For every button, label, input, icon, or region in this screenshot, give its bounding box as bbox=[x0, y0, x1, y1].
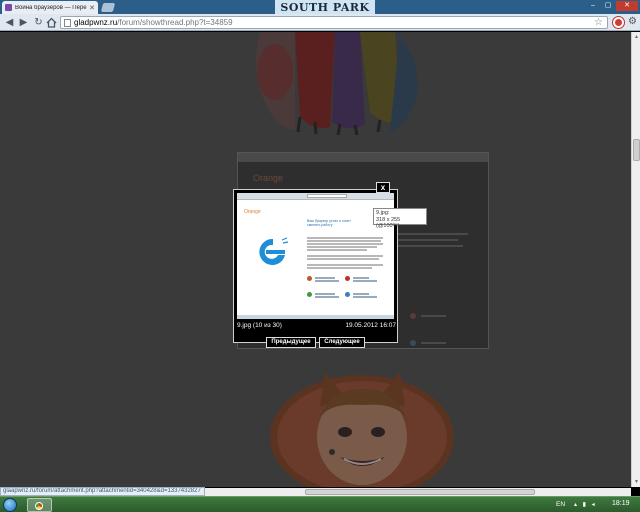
new-tab-button[interactable] bbox=[100, 3, 116, 12]
tray-icons[interactable]: ▴ ▮ ◂ bbox=[574, 501, 597, 508]
wrench-icon[interactable]: ⚙ bbox=[628, 16, 637, 27]
image-text-line bbox=[307, 267, 372, 269]
image-link-line bbox=[353, 277, 369, 279]
page-icon bbox=[64, 18, 71, 27]
cartoon-artwork-top bbox=[240, 32, 445, 137]
scroll-thumb[interactable] bbox=[633, 139, 640, 161]
image-link-line bbox=[315, 296, 339, 298]
cartoon-artwork-bottom bbox=[270, 372, 454, 487]
start-button[interactable] bbox=[3, 498, 17, 512]
image-text-line bbox=[307, 240, 381, 242]
image-counter: 9.jpg (10 из 30) bbox=[237, 322, 282, 329]
safari-dot-icon bbox=[345, 292, 350, 297]
horizontal-scrollbar[interactable] bbox=[205, 488, 631, 496]
url-path: /forum/showthread.php?t=34859 bbox=[117, 18, 233, 27]
bookmark-star-icon[interactable]: ☆ bbox=[594, 17, 603, 29]
status-link: glaapwnz.ru/forum/attachment.php?attachm… bbox=[0, 487, 205, 496]
back-button[interactable]: ◀ bbox=[4, 17, 15, 28]
scroll-down-arrow-icon[interactable]: ▼ bbox=[633, 478, 640, 486]
reload-button[interactable]: ↻ bbox=[33, 17, 44, 28]
previous-image-button[interactable]: Предыдущее bbox=[266, 337, 316, 348]
image-text-line bbox=[307, 243, 383, 245]
tab-title: Война браузеров — Пере bbox=[15, 4, 87, 11]
image-browser-bar bbox=[237, 193, 394, 200]
close-window-button[interactable]: ✕ bbox=[616, 1, 638, 11]
image-link-line bbox=[353, 280, 377, 282]
image-link-line bbox=[315, 293, 335, 295]
home-icon[interactable] bbox=[46, 17, 57, 28]
chrome-icon bbox=[35, 502, 43, 510]
language-indicator[interactable]: EN bbox=[556, 501, 565, 508]
lightbox-close-button[interactable]: x bbox=[376, 182, 390, 193]
address-bar[interactable]: gladpwnz.ru/forum/showthread.php?t=34859… bbox=[60, 16, 608, 29]
forward-button[interactable]: ▶ bbox=[18, 17, 29, 28]
windows-taskbar: EN ▴ ▮ ◂ 18:19 bbox=[0, 496, 640, 512]
image-url-box bbox=[307, 194, 347, 198]
image-text-line bbox=[307, 249, 367, 251]
tab-close-icon[interactable]: ✕ bbox=[89, 4, 95, 12]
tab-favicon-icon bbox=[5, 4, 12, 11]
taskbar-chrome-button[interactable] bbox=[27, 498, 52, 512]
url-text: gladpwnz.ru/forum/showthread.php?t=34859 bbox=[74, 18, 233, 27]
opera-dot-icon bbox=[345, 276, 350, 281]
image-tooltip: 9.jpg: 318 x 255 (@100%) bbox=[373, 208, 427, 229]
image-heading: Ваш браузер устал и хочет сменить работу bbox=[307, 219, 351, 227]
browser-toolbar: ◀ ▶ ↻ gladpwnz.ru/forum/showthread.php?t… bbox=[0, 14, 640, 31]
image-text-line bbox=[307, 246, 377, 248]
image-link-line bbox=[353, 296, 377, 298]
image-text-line bbox=[307, 255, 383, 257]
image-title: Orange bbox=[244, 209, 261, 215]
scroll-up-arrow-icon[interactable]: ▲ bbox=[633, 33, 640, 41]
image-link-line bbox=[315, 277, 335, 279]
browser-titlebar: Война браузеров — Пере ✕ SOUTH PARK – ▢ … bbox=[0, 0, 640, 14]
tooltip-size: 318 x 255 (@100%) bbox=[376, 216, 401, 230]
window-controls: – ▢ ✕ bbox=[586, 1, 638, 11]
ie-logo-icon bbox=[259, 237, 289, 265]
firefox-dot-icon bbox=[307, 276, 312, 281]
theme-banner: SOUTH PARK bbox=[275, 0, 375, 14]
lightbox-image[interactable]: Orange Ваш браузер устал и хочет сменить… bbox=[237, 193, 394, 319]
maximize-button[interactable]: ▢ bbox=[601, 1, 615, 11]
extension-icon[interactable] bbox=[613, 17, 624, 28]
horizontal-scroll-thumb[interactable] bbox=[305, 489, 535, 495]
image-footer bbox=[237, 315, 394, 319]
image-date: 19.05.2012 16:07 bbox=[345, 322, 396, 329]
image-text-line bbox=[307, 258, 379, 260]
vertical-scrollbar[interactable]: ▲ ▼ bbox=[631, 32, 640, 487]
image-text-line bbox=[307, 264, 383, 266]
minimize-button[interactable]: – bbox=[586, 1, 600, 11]
tab-active[interactable]: Война браузеров — Пере ✕ bbox=[2, 1, 98, 14]
chrome-dot-icon bbox=[307, 292, 312, 297]
next-image-button[interactable]: Следующее bbox=[319, 337, 365, 348]
image-link-line bbox=[353, 293, 369, 295]
url-domain: gladpwnz.ru bbox=[74, 18, 118, 27]
clock[interactable]: 18:19 bbox=[612, 500, 630, 507]
image-text-line bbox=[307, 237, 383, 239]
image-heading-line2: сменить работу bbox=[307, 223, 333, 227]
image-link-line bbox=[315, 280, 339, 282]
banner-text: SOUTH PARK bbox=[280, 0, 370, 14]
